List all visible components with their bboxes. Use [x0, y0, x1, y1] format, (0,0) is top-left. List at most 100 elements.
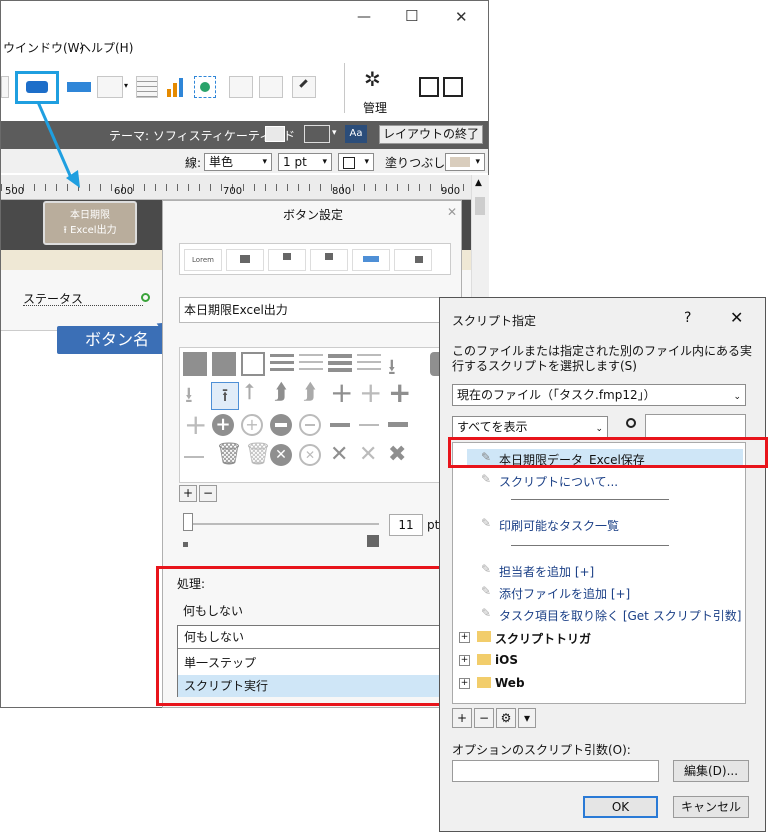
- plus-circle-outline-icon[interactable]: +: [241, 414, 263, 436]
- chart-tool-icon[interactable]: [165, 77, 187, 97]
- script-item[interactable]: ✎ 担当者を追加 [+]: [467, 561, 743, 579]
- minus-heavy-icon[interactable]: [388, 422, 408, 427]
- line-width-select[interactable]: 1 pt ▾: [278, 153, 332, 171]
- scroll-thumb[interactable]: [475, 197, 485, 215]
- script-item[interactable]: ✎ タスク項目を取り除く [Get スクリプト引数]: [467, 605, 743, 623]
- tab-control-icon[interactable]: [67, 82, 91, 92]
- line-style-select[interactable]: 単色 ▾: [204, 153, 272, 171]
- style-sample-4[interactable]: [310, 249, 348, 271]
- style-sample-5[interactable]: [352, 249, 390, 271]
- expand-icon[interactable]: +: [459, 632, 470, 643]
- icon-fill-square[interactable]: [183, 352, 207, 376]
- trash-outline-icon[interactable]: 🗑: [244, 442, 272, 467]
- close-circle-outline-icon[interactable]: ✕: [299, 444, 321, 466]
- script-gear-button[interactable]: ⚙: [496, 708, 516, 728]
- script-item[interactable]: ✎ スクリプトについて...: [467, 471, 743, 489]
- button-tool-icon[interactable]: [26, 81, 48, 93]
- close-button[interactable]: ✕: [455, 8, 468, 26]
- icon-layout-panel[interactable]: [212, 352, 236, 376]
- panel-right-icon[interactable]: [443, 77, 463, 97]
- style-sample-2[interactable]: [226, 249, 264, 271]
- fill-color-select[interactable]: ▾: [445, 153, 485, 171]
- expand-icon[interactable]: +: [459, 655, 470, 666]
- style-sample-3[interactable]: [268, 249, 306, 271]
- theme-change-icon[interactable]: [265, 126, 285, 142]
- insert-field-icon[interactable]: [229, 76, 253, 98]
- minus-bold-icon[interactable]: [330, 423, 350, 427]
- ruler-mark-900: 900: [441, 186, 461, 197]
- script-item[interactable]: ✎ 印刷可能なタスク一覧: [467, 515, 743, 533]
- icon-list-bullets[interactable]: [270, 354, 294, 374]
- style-sample-6[interactable]: [394, 249, 432, 271]
- style-sample-1[interactable]: Lorem: [184, 249, 222, 271]
- icon-size-slider-thumb[interactable]: [183, 513, 193, 531]
- close-circle-icon[interactable]: ✕: [270, 444, 292, 466]
- icon-layout-outline[interactable]: [241, 352, 265, 376]
- close-bold-icon[interactable]: ✕: [330, 442, 348, 467]
- plus-heavy-icon[interactable]: +: [388, 376, 411, 409]
- minus-circle-outline-icon[interactable]: [299, 414, 321, 436]
- script-menu-button[interactable]: ▾: [518, 708, 536, 728]
- dialog-close-button[interactable]: ✕: [730, 308, 743, 327]
- ok-button[interactable]: OK: [583, 796, 658, 818]
- view-mode-icon[interactable]: [304, 125, 330, 143]
- partial-tool-icon[interactable]: [1, 76, 9, 98]
- scroll-up-icon[interactable]: ▲: [475, 178, 482, 188]
- exit-layout-button[interactable]: レイアウトの終了: [379, 125, 483, 144]
- arrow-up-icon[interactable]: ⭡: [244, 380, 254, 405]
- maximize-button[interactable]: ☐: [405, 7, 418, 25]
- folder-item[interactable]: + Web: [459, 675, 729, 693]
- remove-script-button[interactable]: −: [474, 708, 494, 728]
- script-item[interactable]: ✎ 添付ファイルを追加 [+]: [467, 583, 743, 601]
- view-mode-dropdown-icon[interactable]: ▾: [332, 128, 337, 138]
- icon-add-button[interactable]: +: [179, 485, 197, 502]
- folder-item[interactable]: + iOS: [459, 652, 729, 670]
- icon-lines-thin[interactable]: [357, 354, 381, 374]
- selected-upload-icon[interactable]: ⭱: [211, 382, 239, 410]
- manage-label[interactable]: 管理: [363, 99, 387, 116]
- plus-bold-icon[interactable]: +: [330, 376, 353, 409]
- plus-circle-icon[interactable]: +: [212, 414, 234, 436]
- plus-light-icon[interactable]: +: [184, 408, 207, 441]
- line-color-select[interactable]: ▾: [338, 153, 374, 171]
- format-painter-icon[interactable]: [292, 76, 316, 98]
- icon-lines-thick[interactable]: [328, 354, 352, 374]
- popover-dropdown-icon[interactable]: ▾: [124, 81, 128, 90]
- share-icon[interactable]: ⮭: [274, 380, 287, 405]
- gear-icon[interactable]: ✲: [364, 67, 381, 91]
- close-heavy-icon[interactable]: ✖: [388, 442, 406, 467]
- menu-help[interactable]: ヘルプ(H): [79, 39, 133, 56]
- add-script-button[interactable]: +: [452, 708, 472, 728]
- minus-light-icon[interactable]: [184, 456, 204, 458]
- minus-circle-icon[interactable]: [270, 414, 292, 436]
- search-input[interactable]: [645, 414, 746, 438]
- file-select[interactable]: 現在のファイル（「タスク.fmp12」） ⌄: [452, 384, 746, 406]
- icon-remove-button[interactable]: −: [199, 485, 217, 502]
- portal-tool-icon[interactable]: [136, 76, 158, 98]
- trash-icon[interactable]: 🗑: [215, 442, 243, 467]
- icon-size-field[interactable]: 11: [389, 514, 423, 536]
- panel-left-icon[interactable]: [419, 77, 439, 97]
- popover-button-icon[interactable]: [97, 76, 123, 98]
- plus-thin-icon[interactable]: +: [359, 376, 382, 409]
- folder-item[interactable]: + スクリプトトリガ: [459, 629, 729, 647]
- panel-close-icon[interactable]: ✕: [447, 205, 457, 219]
- button-name-field[interactable]: 本日期限Excel出力: [179, 297, 463, 323]
- help-button[interactable]: ?: [684, 310, 691, 326]
- menu-window[interactable]: ウインドウ(W): [3, 39, 84, 56]
- close-thin-icon[interactable]: ✕: [359, 442, 377, 467]
- layout-excel-button[interactable]: 本日期限 ⭱ Excel出力: [43, 201, 137, 245]
- icon-size-slider-track[interactable]: [189, 523, 379, 525]
- minus-thin-icon[interactable]: [359, 424, 379, 426]
- web-viewer-icon[interactable]: [194, 76, 216, 98]
- minimize-button[interactable]: —: [357, 9, 371, 25]
- share-outline-icon[interactable]: ⮭: [303, 380, 316, 405]
- edit-param-button[interactable]: 編集(D)...: [673, 760, 749, 782]
- text-format-icon[interactable]: Aa: [345, 125, 367, 143]
- cancel-button[interactable]: キャンセル: [673, 796, 749, 818]
- icon-list-outline[interactable]: [299, 354, 323, 374]
- param-input[interactable]: [452, 760, 659, 782]
- filter-select[interactable]: すべてを表示 ⌄: [452, 416, 608, 438]
- expand-icon[interactable]: +: [459, 678, 470, 689]
- insert-part-icon[interactable]: [259, 76, 283, 98]
